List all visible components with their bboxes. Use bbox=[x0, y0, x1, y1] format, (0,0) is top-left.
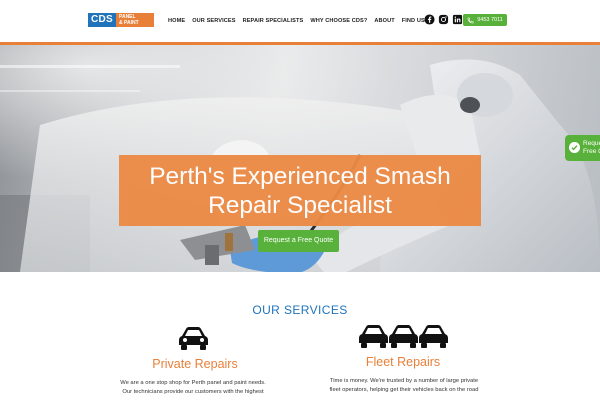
services-section-title: OUR SERVICES bbox=[252, 303, 348, 317]
phone-button[interactable]: 9453 7011 bbox=[463, 14, 507, 26]
private-repairs-heading: Private Repairs bbox=[152, 357, 238, 371]
private-repairs-line2: Our technicians provide our customers wi… bbox=[122, 389, 264, 395]
private-repairs-line1: We are a one stop shop for Perth panel a… bbox=[120, 380, 266, 386]
hero-title-line2: Repair Specialist bbox=[208, 191, 392, 219]
fleet-repairs-line2: fleet operators, helping get their vehic… bbox=[329, 387, 479, 393]
fleet-cars-icon bbox=[359, 325, 448, 348]
phone-icon bbox=[467, 17, 474, 23]
logo-paint-text: & PAINT bbox=[119, 20, 139, 26]
private-repairs-description: We are a one stop shop for Perth panel a… bbox=[100, 379, 286, 397]
main-nav: HOME OUR SERVICES REPAIR SPECIALISTS WHY… bbox=[168, 15, 425, 27]
social-links bbox=[424, 14, 463, 25]
nav-our-services[interactable]: OUR SERVICES bbox=[192, 15, 235, 27]
fleet-repairs-line1: Time is money. We're trusted by a number… bbox=[329, 378, 479, 384]
side-quote-tab[interactable]: Reque Free Q bbox=[565, 135, 600, 161]
hero-banner: Perth's Experienced Smash Repair Special… bbox=[0, 45, 600, 272]
logo-panel-paint: PANEL & PAINT bbox=[116, 13, 154, 27]
request-quote-button[interactable]: Request a Free Quote bbox=[258, 230, 339, 252]
fleet-repairs-description: Time is money. We're trusted by a number… bbox=[306, 377, 502, 395]
nav-about[interactable]: ABOUT bbox=[374, 15, 394, 27]
side-quote-line1: Reque bbox=[583, 140, 600, 147]
instagram-icon[interactable] bbox=[438, 14, 449, 25]
nav-find-us[interactable]: FIND US bbox=[402, 15, 425, 27]
hero-title: Perth's Experienced Smash Repair Special… bbox=[119, 155, 481, 226]
phone-number: 9453 7011 bbox=[477, 17, 503, 23]
logo-cds-text: CDS bbox=[88, 13, 116, 27]
site-header: CDS PANEL & PAINT HOME OUR SERVICES REPA… bbox=[0, 0, 600, 42]
hero-title-line1: Perth's Experienced Smash bbox=[149, 162, 451, 190]
check-circle-icon bbox=[569, 142, 580, 153]
nav-why-choose-cds[interactable]: WHY CHOOSE CDS? bbox=[310, 15, 367, 27]
car-icon bbox=[179, 327, 208, 350]
fleet-repairs-heading: Fleet Repairs bbox=[365, 355, 441, 369]
nav-repair-specialists[interactable]: REPAIR SPECIALISTS bbox=[243, 15, 304, 27]
cds-logo[interactable]: CDS PANEL & PAINT bbox=[88, 13, 154, 27]
nav-home[interactable]: HOME bbox=[168, 15, 185, 27]
side-quote-line2: Free Q bbox=[583, 148, 600, 155]
facebook-icon[interactable] bbox=[424, 14, 435, 25]
linkedin-icon[interactable] bbox=[452, 14, 463, 25]
